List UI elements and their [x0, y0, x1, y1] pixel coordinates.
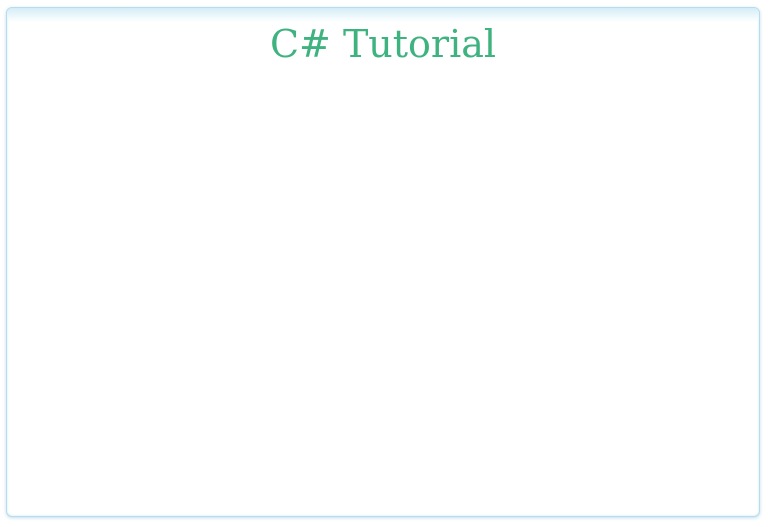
- content-area: [7, 78, 759, 508]
- tutorial-panel: C# Tutorial: [6, 7, 760, 517]
- panel-top-glow: [7, 8, 759, 22]
- page-title: C# Tutorial: [269, 22, 497, 66]
